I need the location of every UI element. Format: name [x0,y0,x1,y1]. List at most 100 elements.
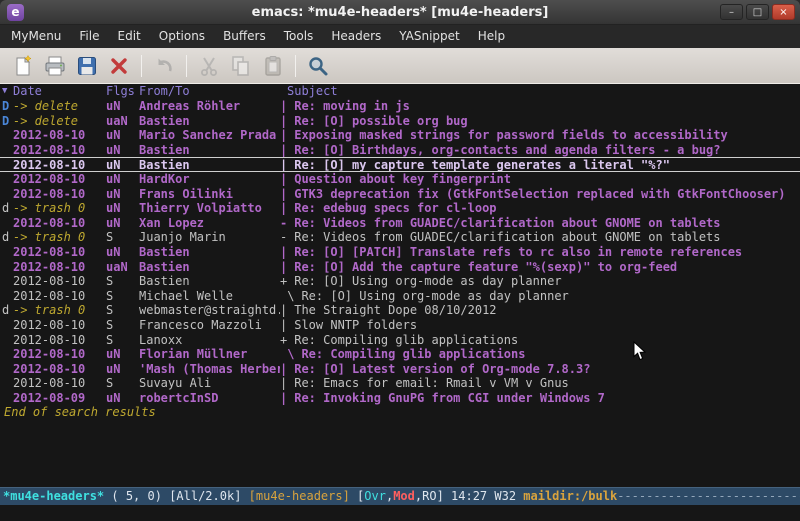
message-row[interactable]: 2012-08-10 uN Mario Sanchez Prada | Expo… [0,128,800,143]
close-buffer-button[interactable] [104,52,134,80]
message-row[interactable]: 2012-08-10 uN Bastien | Re: [O] [PATCH] … [0,245,800,260]
message-date: 2012-08-10 [13,274,106,289]
message-from: HardKor [139,172,280,187]
column-header-date[interactable]: Date [13,84,106,99]
message-row[interactable]: 2012-08-10 S Lanoxx + Re: Compiling glib… [0,333,800,348]
message-flags: S [106,289,139,304]
message-row[interactable]: 2012-08-10 S Bastien + Re: [O] Using org… [0,274,800,289]
thread-indicator: \ [280,347,301,362]
minimize-button[interactable]: – [720,4,743,20]
menu-item-edit[interactable]: Edit [109,25,150,48]
message-row[interactable]: 2012-08-10 uN Florian Müllner \ Re: Comp… [0,347,800,362]
message-flags: S [106,318,139,333]
mark-fringe [0,128,13,143]
menu-item-help[interactable]: Help [469,25,514,48]
column-header-spacer [280,84,287,99]
message-row[interactable]: 2012-08-10 S Suvayu Ali | Re: Emacs for … [0,376,800,391]
message-flags: uN [106,245,139,260]
cut-icon [197,54,221,78]
save-button[interactable] [72,52,102,80]
message-row[interactable]: d -> trash 0 S Juanjo Marin - Re: Videos… [0,230,800,245]
message-from: Thierry Volpiatto [139,201,280,216]
thread-indicator: | [280,201,294,216]
title-bar: e emacs: *mu4e-headers* [mu4e-headers] –… [0,0,800,25]
menu-item-tools[interactable]: Tools [275,25,323,48]
message-row[interactable]: 2012-08-10 uN Bastien | Re: [O] my captu… [0,157,800,172]
message-row[interactable]: 2012-08-10 uN HardKor | Question about k… [0,172,800,187]
message-from: robertcInSD [139,391,280,406]
message-row[interactable]: 2012-08-10 uaN Bastien | Re: [O] Add the… [0,260,800,275]
thread-indicator: | [280,114,294,129]
message-row[interactable]: 2012-08-10 uN 'Mash (Thomas Herbert) | R… [0,362,800,377]
message-row[interactable]: D -> delete uaN Bastien | Re: [O] possib… [0,114,800,129]
sort-direction-icon: ▼ [0,84,13,99]
message-subject: Re: Videos from GUADEC/clarification abo… [294,216,800,231]
message-date: 2012-08-10 [13,347,106,362]
message-row[interactable]: 2012-08-10 S Francesco Mazzoli | Slow NN… [0,318,800,333]
end-of-results: End of search results [0,405,800,420]
toolbar-separator [186,55,187,77]
column-header-flags[interactable]: Flgs [106,84,139,99]
message-flags: S [106,230,139,245]
column-header-from[interactable]: From/To [139,84,280,99]
message-row[interactable]: d -> trash 0 S webmaster@straightd... | … [0,303,800,318]
search-button[interactable] [303,52,333,80]
thread-indicator: | [280,187,294,202]
mark-fringe [0,216,13,231]
message-row[interactable]: d -> trash 0 uN Thierry Volpiatto | Re: … [0,201,800,216]
message-from: Frans Oilinki [139,187,280,202]
emacs-app-icon: e [7,4,24,21]
minibuffer[interactable] [0,505,800,521]
search-icon [306,54,330,78]
maximize-button[interactable]: □ [746,4,769,20]
menu-item-yasnippet[interactable]: YASnippet [390,25,469,48]
column-header-subject[interactable]: Subject [287,84,800,99]
menu-item-buffers[interactable]: Buffers [214,25,275,48]
cut-button [194,52,224,80]
thread-indicator: | [280,318,294,333]
message-row[interactable]: D -> delete uN Andreas Röhler | Re: movi… [0,99,800,114]
message-flags: uN [106,187,139,202]
thread-indicator: | [280,143,294,158]
mark-fringe: D [0,99,13,114]
close-buffer-icon [107,54,131,78]
message-row[interactable]: 2012-08-10 uN Frans Oilinki | GTK3 depre… [0,187,800,202]
message-flags: uN [106,347,139,362]
menu-item-options[interactable]: Options [150,25,214,48]
thread-indicator: | [280,260,294,275]
mark-fringe [0,187,13,202]
mark-fringe: d [0,303,13,318]
message-flags: S [106,376,139,391]
message-subject: Re: Compiling glib applications [294,333,800,348]
message-from: Michael Welle [139,289,280,304]
message-date: 2012-08-10 [13,187,106,202]
message-row[interactable]: 2012-08-09 uN robertcInSD | Re: Invoking… [0,391,800,406]
message-row[interactable]: 2012-08-10 uN Bastien | Re: [O] Birthday… [0,143,800,158]
mode-line-segment: ---------------------------------------- [617,489,800,503]
mark-fringe [0,245,13,260]
new-document-icon [11,54,35,78]
mark-fringe [0,318,13,333]
new-document-button[interactable] [8,52,38,80]
message-subject: Re: [O] my capture template generates a … [294,158,800,171]
mode-line-segment: W32 [494,489,523,503]
mode-line[interactable]: *mu4e-headers* ( 5, 0) [All/2.0k] [mu4e-… [0,487,800,505]
menu-item-file[interactable]: File [70,25,108,48]
message-date: 2012-08-10 [13,362,106,377]
mark-fringe [0,376,13,391]
menu-item-headers[interactable]: Headers [322,25,390,48]
mark-fringe [0,289,13,304]
mode-line-segment: Ovr [364,489,386,503]
message-row[interactable]: 2012-08-10 S Michael Welle \ Re: [O] Usi… [0,289,800,304]
menu-item-mymenu[interactable]: MyMenu [2,25,70,48]
message-row[interactable]: 2012-08-10 uN Xan Lopez - Re: Videos fro… [0,216,800,231]
message-flags: uaN [106,114,139,129]
message-from: Lanoxx [139,333,280,348]
print-button[interactable] [40,52,70,80]
message-date: -> delete [13,99,106,114]
message-flags: uN [106,391,139,406]
message-flags: uN [106,201,139,216]
mode-line-segment: maildir:/bulk [523,489,617,503]
message-date: 2012-08-10 [13,128,106,143]
close-button[interactable]: × [772,4,795,20]
